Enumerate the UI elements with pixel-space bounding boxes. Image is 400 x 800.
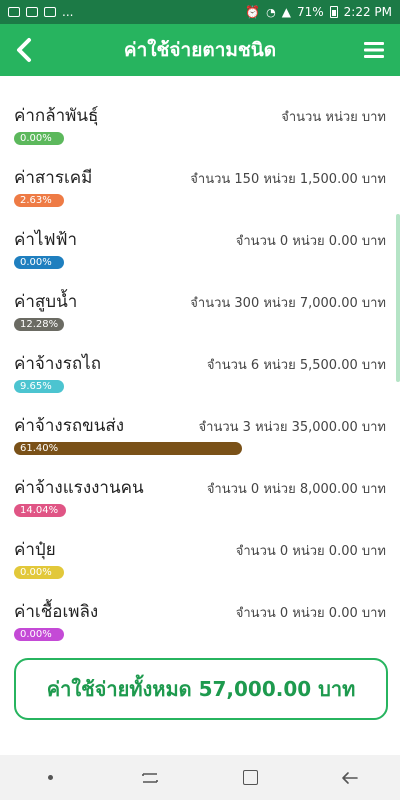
expense-name: ค่าจ้างรถไถ bbox=[14, 354, 101, 374]
expense-name: ค่าไฟฟ้า bbox=[14, 230, 78, 250]
expense-row[interactable]: ค่าจ้างแรงงานคน จำนวน 0 หน่วย 8,000.00 บ… bbox=[0, 468, 400, 530]
expense-row[interactable]: ค่าปุ๋ย จำนวน 0 หน่วย 0.00 บาท 0.00% bbox=[0, 530, 400, 592]
home-icon bbox=[242, 770, 258, 785]
back-arrow-icon bbox=[342, 771, 358, 784]
expense-name: ค่าจ้างรถขนส่ง bbox=[14, 416, 125, 436]
gallery-icon bbox=[8, 7, 20, 17]
image-icon bbox=[26, 7, 38, 17]
expense-name: ค่าจ้างแรงงานคน bbox=[14, 478, 144, 498]
expense-percent-bar: 2.63% bbox=[14, 194, 64, 207]
expense-summary: จำนวน 0 หน่วย 0.00 บาท bbox=[235, 544, 386, 559]
alarm-icon: ⏰ bbox=[245, 5, 261, 19]
expense-name: ค่าปุ๋ย bbox=[14, 540, 56, 560]
expense-percent-bar: 61.40% bbox=[14, 442, 243, 455]
status-bar: ... ⏰ ◔ ▲ 71% 2:22 PM bbox=[0, 0, 400, 24]
battery-icon bbox=[329, 6, 338, 18]
expense-row[interactable]: ค่าจ้างรถขนส่ง จำนวน 3 หน่วย 35,000.00 บ… bbox=[0, 406, 400, 468]
menu-button[interactable] bbox=[358, 34, 390, 66]
app-bar: ค่าใช้จ่ายตามชนิด bbox=[0, 24, 400, 76]
status-notifications: ... bbox=[8, 5, 73, 19]
expense-summary: จำนวน 0 หน่วย 0.00 บาท bbox=[235, 606, 386, 621]
hamburger-menu-icon bbox=[364, 42, 384, 58]
wifi-icon: ◔ bbox=[266, 5, 276, 19]
expense-percent-bar: 0.00% bbox=[14, 628, 64, 641]
expense-name: ค่ากล้าพันธุ์ bbox=[14, 106, 99, 126]
back-nav-button[interactable] bbox=[320, 755, 380, 800]
expense-row[interactable]: ค่าสารเคมี จำนวน 150 หน่วย 1,500.00 บาท … bbox=[0, 158, 400, 220]
page-title: ค่าใช้จ่ายตามชนิด bbox=[123, 39, 277, 61]
expense-percent-bar: 14.04% bbox=[14, 504, 67, 517]
nav-dot-button[interactable] bbox=[20, 755, 80, 800]
expense-row[interactable]: ค่าสูบน้ำ จำนวน 300 หน่วย 7,000.00 บาท 1… bbox=[0, 282, 400, 344]
expense-row[interactable]: ค่าเชื้อเพลิง จำนวน 0 หน่วย 0.00 บาท 0.0… bbox=[0, 592, 400, 654]
expense-row[interactable]: ค่าไฟฟ้า จำนวน 0 หน่วย 0.00 บาท 0.00% bbox=[0, 220, 400, 282]
chevron-left-icon bbox=[17, 38, 31, 62]
expense-summary: จำนวน 3 หน่วย 35,000.00 บาท bbox=[198, 420, 386, 435]
more-notifications-indicator: ... bbox=[62, 5, 74, 19]
expense-summary: จำนวน 6 หน่วย 5,500.00 บาท bbox=[206, 358, 386, 373]
expense-percent-bar: 9.65% bbox=[14, 380, 64, 393]
signal-icon: ▲ bbox=[281, 5, 291, 19]
expense-summary: จำนวน 300 หน่วย 7,000.00 บาท bbox=[190, 296, 386, 311]
expense-summary: จำนวน 0 หน่วย 8,000.00 บาท bbox=[206, 482, 386, 497]
back-button[interactable] bbox=[6, 32, 42, 68]
expense-name: ค่าสารเคมี bbox=[14, 168, 93, 188]
expense-percent-bar: 0.00% bbox=[14, 566, 64, 579]
battery-percent: 71% bbox=[296, 5, 324, 19]
mail-icon bbox=[44, 7, 56, 17]
expense-name: ค่าสูบน้ำ bbox=[14, 292, 78, 312]
expense-list: ค่ากล้าพันธุ์ จำนวน หน่วย บาท 0.00% ค่าส… bbox=[0, 96, 400, 654]
system-navigation-bar bbox=[0, 755, 400, 800]
home-button[interactable] bbox=[220, 755, 280, 800]
status-system: ⏰ ◔ ▲ 71% 2:22 PM bbox=[245, 5, 392, 19]
expense-summary: จำนวน 150 หน่วย 1,500.00 บาท bbox=[190, 172, 386, 187]
clock: 2:22 PM bbox=[343, 5, 392, 19]
recent-apps-icon bbox=[142, 772, 158, 783]
expense-name: ค่าเชื้อเพลิง bbox=[14, 602, 99, 622]
expense-percent-bar: 0.00% bbox=[14, 256, 64, 269]
scroll-indicator[interactable] bbox=[396, 214, 400, 382]
expense-summary: จำนวน 0 หน่วย 0.00 บาท bbox=[235, 234, 386, 249]
total-expense-label: ค่าใช้จ่ายทั้งหมด 57,000.00 บาท bbox=[46, 677, 356, 701]
recent-apps-button[interactable] bbox=[120, 755, 180, 800]
total-expense-box: ค่าใช้จ่ายทั้งหมด 57,000.00 บาท bbox=[14, 658, 388, 720]
expense-summary: จำนวน หน่วย บาท bbox=[281, 110, 386, 125]
expense-row[interactable]: ค่ากล้าพันธุ์ จำนวน หน่วย บาท 0.00% bbox=[0, 96, 400, 158]
expense-percent-bar: 0.00% bbox=[14, 132, 64, 145]
expense-percent-bar: 12.28% bbox=[14, 318, 64, 331]
expense-row[interactable]: ค่าจ้างรถไถ จำนวน 6 หน่วย 5,500.00 บาท 9… bbox=[0, 344, 400, 406]
dot-icon bbox=[47, 775, 53, 780]
